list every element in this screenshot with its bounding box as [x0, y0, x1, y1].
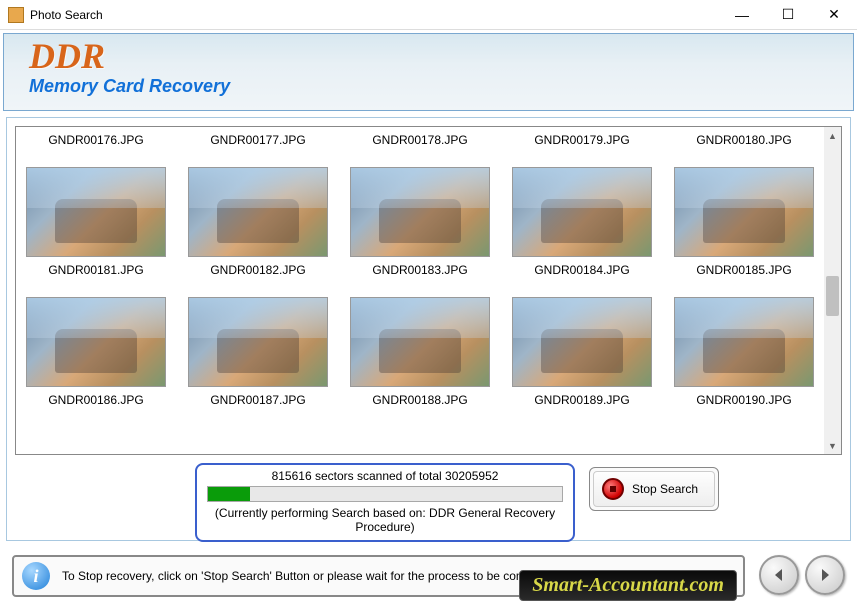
- thumb-item[interactable]: GNDR00183.JPG: [344, 163, 496, 277]
- logo-text: DDR: [29, 38, 853, 74]
- thumb-item[interactable]: GNDR00189.JPG: [506, 293, 658, 407]
- thumb-item[interactable]: GNDR00179.JPG: [506, 131, 658, 151]
- photo-icon: [188, 167, 328, 257]
- thumb-label: GNDR00187.JPG: [182, 391, 334, 407]
- photo-icon: [26, 167, 166, 257]
- progress-frame: 815616 sectors scanned of total 30205952…: [195, 463, 575, 542]
- stop-icon: [602, 478, 624, 500]
- progress-mode-text: (Currently performing Search based on: D…: [207, 506, 563, 534]
- main-panel: GNDR00176.JPG GNDR00177.JPG GNDR00178.JP…: [6, 117, 851, 541]
- thumb-item[interactable]: GNDR00188.JPG: [344, 293, 496, 407]
- thumb-item[interactable]: GNDR00190.JPG: [668, 293, 820, 407]
- arrow-left-icon: [771, 567, 787, 583]
- info-text: To Stop recovery, click on 'Stop Search'…: [62, 569, 562, 583]
- thumb-item[interactable]: GNDR00185.JPG: [668, 163, 820, 277]
- window-title: Photo Search: [30, 8, 719, 22]
- thumb-label: GNDR00188.JPG: [344, 391, 496, 407]
- photo-icon: [512, 297, 652, 387]
- stop-button-label: Stop Search: [632, 482, 698, 496]
- thumb-label: GNDR00177.JPG: [182, 131, 334, 151]
- thumb-label: GNDR00184.JPG: [506, 261, 658, 277]
- thumb-item[interactable]: GNDR00177.JPG: [182, 131, 334, 151]
- progress-bar: [207, 486, 563, 502]
- back-button[interactable]: [759, 555, 799, 595]
- photo-icon: [674, 167, 814, 257]
- thumb-item[interactable]: GNDR00176.JPG: [20, 131, 172, 151]
- thumb-label: GNDR00181.JPG: [20, 261, 172, 277]
- watermark: Smart-Accountant.com: [519, 570, 737, 601]
- arrow-right-icon: [817, 567, 833, 583]
- scroll-thumb[interactable]: [826, 276, 839, 316]
- photo-icon: [188, 297, 328, 387]
- thumb-item[interactable]: GNDR00184.JPG: [506, 163, 658, 277]
- photo-icon: [674, 297, 814, 387]
- minimize-button[interactable]: —: [719, 0, 765, 30]
- info-icon: i: [22, 562, 50, 590]
- header-banner: DDR Memory Card Recovery: [3, 33, 854, 111]
- thumb-item[interactable]: GNDR00182.JPG: [182, 163, 334, 277]
- scroll-down-icon[interactable]: ▼: [824, 437, 841, 454]
- thumb-label: GNDR00178.JPG: [344, 131, 496, 151]
- thumb-item[interactable]: GNDR00181.JPG: [20, 163, 172, 277]
- photo-icon: [512, 167, 652, 257]
- thumb-label: GNDR00183.JPG: [344, 261, 496, 277]
- thumb-item[interactable]: GNDR00186.JPG: [20, 293, 172, 407]
- scrollbar[interactable]: ▲ ▼: [824, 127, 841, 454]
- maximize-button[interactable]: ☐: [765, 0, 811, 30]
- thumb-label: GNDR00180.JPG: [668, 131, 820, 151]
- thumb-label: GNDR00190.JPG: [668, 391, 820, 407]
- thumbnail-panel: GNDR00176.JPG GNDR00177.JPG GNDR00178.JP…: [15, 126, 842, 455]
- scroll-up-icon[interactable]: ▲: [824, 127, 841, 144]
- photo-icon: [350, 167, 490, 257]
- thumb-label: GNDR00189.JPG: [506, 391, 658, 407]
- thumb-item[interactable]: GNDR00187.JPG: [182, 293, 334, 407]
- progress-fill: [208, 487, 250, 501]
- stop-search-button[interactable]: Stop Search: [593, 471, 715, 507]
- progress-sectors-text: 815616 sectors scanned of total 30205952: [207, 469, 563, 483]
- thumb-item[interactable]: GNDR00180.JPG: [668, 131, 820, 151]
- thumb-label: GNDR00182.JPG: [182, 261, 334, 277]
- close-button[interactable]: ✕: [811, 0, 857, 30]
- logo-subtitle: Memory Card Recovery: [29, 76, 853, 97]
- photo-icon: [350, 297, 490, 387]
- thumb-label: GNDR00186.JPG: [20, 391, 172, 407]
- thumb-item[interactable]: GNDR00178.JPG: [344, 131, 496, 151]
- app-icon: [8, 7, 24, 23]
- thumb-label: GNDR00185.JPG: [668, 261, 820, 277]
- thumb-label: GNDR00176.JPG: [20, 131, 172, 151]
- photo-icon: [26, 297, 166, 387]
- thumb-label: GNDR00179.JPG: [506, 131, 658, 151]
- titlebar: Photo Search — ☐ ✕: [0, 0, 857, 30]
- forward-button[interactable]: [805, 555, 845, 595]
